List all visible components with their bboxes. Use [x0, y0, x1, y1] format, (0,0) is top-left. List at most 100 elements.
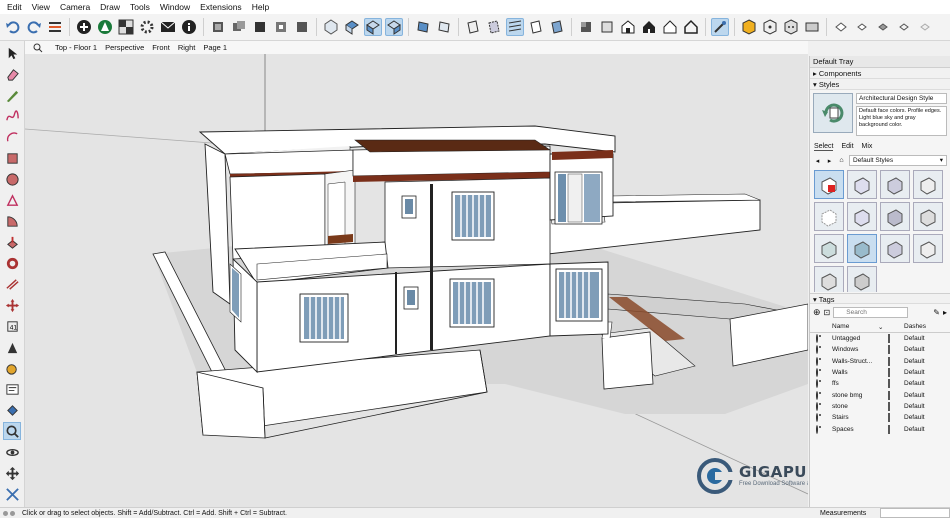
tab-mix[interactable]: Mix	[862, 143, 873, 151]
style-swatch[interactable]	[814, 202, 844, 231]
tag-name[interactable]: stone bmg	[828, 392, 878, 399]
diamond-small-icon[interactable]	[853, 18, 871, 36]
group-icon[interactable]	[230, 18, 248, 36]
tag-dashes[interactable]: Default	[902, 403, 942, 410]
circle-icon[interactable]	[3, 170, 21, 188]
tag-name[interactable]: ffs	[828, 380, 878, 387]
house-outline-icon[interactable]	[682, 18, 700, 36]
add-location-icon[interactable]	[75, 18, 93, 36]
eye-icon[interactable]	[810, 424, 828, 434]
tag-color-swatch[interactable]	[888, 334, 902, 344]
tag-dashes[interactable]: Default	[902, 380, 942, 387]
scene-icon[interactable]	[803, 18, 821, 36]
extension-warehouse-icon[interactable]	[117, 18, 135, 36]
tag-dashes[interactable]: Default	[902, 369, 942, 376]
solid-tools-icon[interactable]	[251, 18, 269, 36]
eye-icon[interactable]	[810, 345, 828, 355]
tag-dashes[interactable]: Default	[902, 346, 942, 353]
style-swatch[interactable]	[814, 266, 844, 292]
follow-me-icon[interactable]	[3, 254, 21, 272]
components-panel-header[interactable]: ▸ Components	[810, 68, 950, 79]
tag-color-swatch[interactable]	[888, 368, 902, 378]
style-swatch[interactable]	[814, 170, 844, 199]
xray-icon[interactable]	[464, 18, 482, 36]
style-swatch[interactable]	[880, 170, 910, 199]
arc-icon[interactable]	[3, 128, 21, 146]
menu-tools[interactable]: Tools	[125, 0, 155, 14]
tag-row[interactable]: Walls-Struct... Default	[810, 356, 950, 367]
model-viewport[interactable]: GIGAPURBALINGGA Free Download Software &…	[25, 54, 808, 507]
cube-icon[interactable]	[761, 18, 779, 36]
style-name-field[interactable]: Architectural Design Style	[856, 93, 947, 104]
tab-select[interactable]: Select	[814, 143, 834, 151]
measurements-input[interactable]	[880, 508, 950, 518]
offset-icon[interactable]	[3, 275, 21, 293]
iso-view-icon[interactable]	[322, 18, 340, 36]
freehand-icon[interactable]	[3, 107, 21, 125]
info-icon[interactable]	[180, 18, 198, 36]
wireframe-icon[interactable]	[506, 18, 524, 36]
tag-name[interactable]: Stairs	[828, 414, 878, 421]
tag-dashes-header[interactable]: Dashes	[902, 323, 942, 330]
sort-chevron-icon[interactable]: ⌄	[878, 323, 888, 331]
menu-camera[interactable]: Camera	[55, 0, 95, 14]
tag-name[interactable]: Spaces	[828, 426, 878, 433]
3d-warehouse-icon[interactable]	[96, 18, 114, 36]
style-swatch[interactable]	[880, 202, 910, 231]
select-arrow-icon[interactable]	[3, 44, 21, 62]
redo-icon[interactable]	[25, 18, 43, 36]
line-pencil-icon[interactable]	[3, 86, 21, 104]
rotate-icon[interactable]: 41	[3, 317, 21, 335]
tag-row[interactable]: stone bmg Default	[810, 389, 950, 400]
style-swatch[interactable]	[913, 202, 943, 231]
move-icon[interactable]	[3, 296, 21, 314]
tag-color-swatch[interactable]	[888, 390, 902, 400]
tag-search-input[interactable]	[833, 307, 909, 318]
scene-tab-perspective[interactable]: Perspective	[101, 41, 148, 54]
cube-shaded-icon[interactable]	[782, 18, 800, 36]
zoom-icon[interactable]	[3, 422, 21, 440]
tag-name[interactable]: Walls	[828, 369, 878, 376]
menu-help[interactable]: Help	[247, 0, 274, 14]
scene-tab-front[interactable]: Front	[148, 41, 174, 54]
tag-row[interactable]: Stairs Default	[810, 412, 950, 423]
scene-tab-right[interactable]: Right	[174, 41, 200, 54]
styles-panel-header[interactable]: ▾ Styles	[810, 79, 950, 90]
orbit-icon[interactable]	[3, 443, 21, 461]
tag-color-swatch[interactable]	[888, 356, 902, 366]
shaded-icon[interactable]	[548, 18, 566, 36]
tag-color-swatch[interactable]	[888, 401, 902, 411]
house-icon[interactable]	[640, 18, 658, 36]
eraser-icon[interactable]	[3, 65, 21, 83]
extension-manager-icon[interactable]	[138, 18, 156, 36]
tag-color-swatch[interactable]	[888, 424, 902, 434]
menu-extensions[interactable]: Extensions	[195, 0, 247, 14]
forward-arrow-icon[interactable]: ▸	[825, 156, 834, 165]
eye-icon[interactable]	[810, 413, 828, 423]
scene-tab-top-floor[interactable]: Top - Floor 1	[51, 41, 101, 54]
tag-row[interactable]: ffs Default	[810, 378, 950, 389]
back-view-icon[interactable]	[414, 18, 432, 36]
eye-icon[interactable]	[810, 390, 828, 400]
eye-icon[interactable]	[810, 334, 828, 344]
tag-color-swatch[interactable]	[888, 345, 902, 355]
geo-location-icon[interactable]	[3, 510, 8, 516]
layers-stack-icon[interactable]	[46, 18, 64, 36]
shaded-texture-icon[interactable]	[577, 18, 595, 36]
tape-measure-icon[interactable]	[3, 359, 21, 377]
eye-icon[interactable]	[810, 368, 828, 378]
push-pull-icon[interactable]	[3, 233, 21, 251]
rectangle-icon[interactable]	[3, 149, 21, 167]
text-icon[interactable]	[3, 380, 21, 398]
tag-name[interactable]: stone	[828, 403, 878, 410]
home-icon[interactable]	[661, 18, 679, 36]
section-icon[interactable]	[272, 18, 290, 36]
tags-panel-header[interactable]: ▾ Tags	[810, 293, 950, 304]
tag-options-icon[interactable]: ▸	[943, 308, 947, 317]
scene-search-icon[interactable]	[25, 43, 51, 53]
home-icon[interactable]: ⌂	[837, 156, 846, 165]
tag-row[interactable]: stone Default	[810, 401, 950, 412]
menu-view[interactable]: View	[27, 0, 55, 14]
scale-icon[interactable]	[3, 338, 21, 356]
style-swatch[interactable]	[847, 170, 877, 199]
